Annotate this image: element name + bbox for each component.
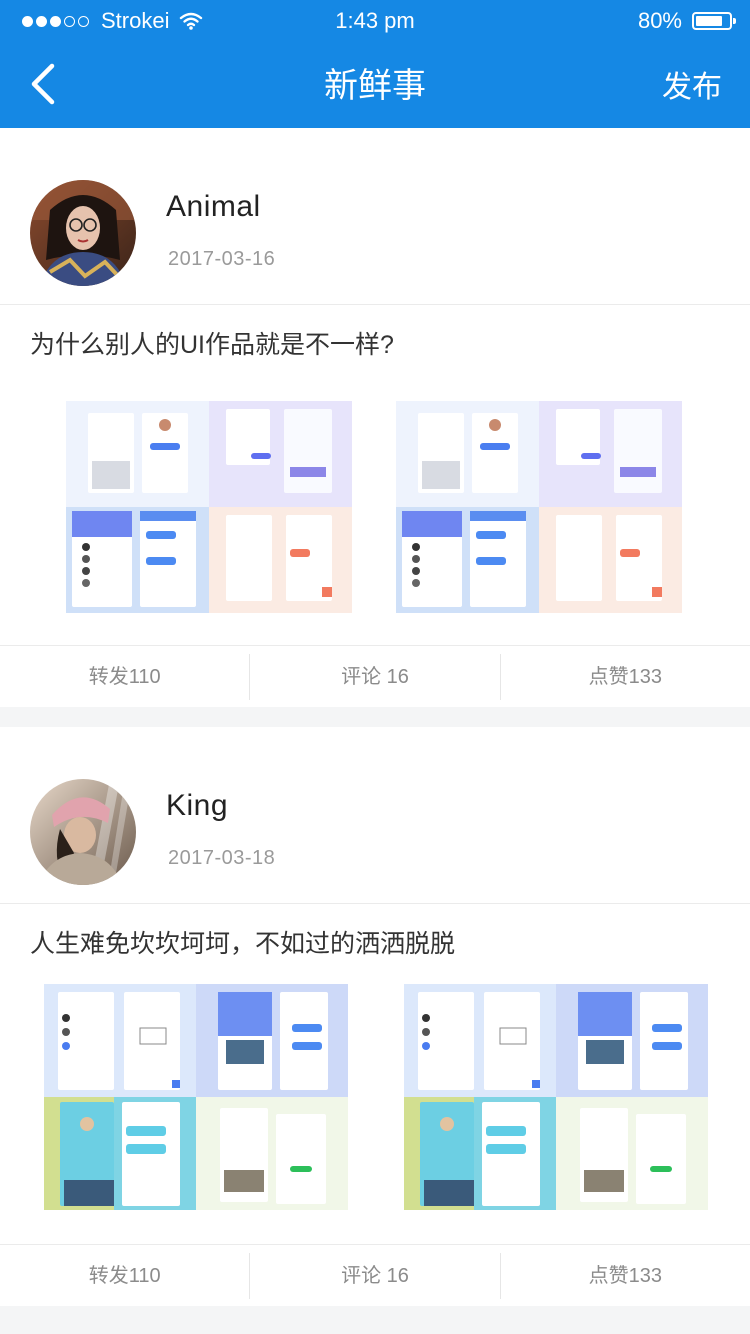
battery-icon — [692, 12, 736, 30]
card-divider — [0, 707, 750, 727]
avatar[interactable] — [30, 779, 136, 885]
comment-button[interactable]: 评论 16 — [249, 653, 499, 700]
like-button[interactable]: 点赞133 — [499, 653, 750, 700]
publish-button[interactable]: 发布 — [662, 62, 722, 106]
battery-status: 80% — [637, 8, 736, 34]
post-image[interactable] — [404, 984, 708, 1210]
post-image[interactable] — [396, 401, 682, 613]
author-name[interactable]: King — [166, 789, 228, 823]
battery-percent: 80% — [637, 8, 682, 33]
page-title: 新鲜事 — [324, 67, 426, 105]
post-actions: 转发110 评论 16 点赞133 — [0, 645, 750, 707]
post-card: Animal 2017-03-16 为什么别人的UI作品就是不一样? 转发110… — [0, 128, 750, 707]
status-bar: Strokei 1:43 pm 80% — [0, 0, 750, 42]
post-date: 2017-03-16 — [168, 248, 276, 270]
post-images — [0, 984, 750, 1244]
comment-button[interactable]: 评论 16 — [249, 1252, 499, 1299]
like-button[interactable]: 点赞133 — [499, 1252, 750, 1299]
post-image[interactable] — [44, 984, 348, 1210]
feed: Animal 2017-03-16 为什么别人的UI作品就是不一样? 转发110… — [0, 128, 750, 1306]
post-author: Animal 2017-03-16 — [0, 128, 750, 305]
post-author: King 2017-03-18 — [0, 727, 750, 904]
avatar[interactable] — [30, 180, 136, 286]
post-text: 人生难免坎坎坷坷，不如过的洒洒脱脱 — [30, 930, 456, 958]
author-name[interactable]: Animal — [166, 190, 261, 224]
nav-bar: 新鲜事 发布 — [0, 42, 750, 128]
post-images — [0, 385, 750, 645]
repost-button[interactable]: 转发110 — [0, 654, 249, 700]
repost-button[interactable]: 转发110 — [0, 1253, 249, 1299]
post-card: King 2017-03-18 人生难免坎坎坷坷，不如过的洒洒脱脱 转发110 … — [0, 727, 750, 1306]
post-date: 2017-03-18 — [168, 847, 276, 869]
post-actions: 转发110 评论 16 点赞133 — [0, 1244, 750, 1306]
post-image[interactable] — [66, 401, 352, 613]
post-text: 为什么别人的UI作品就是不一样? — [30, 331, 394, 359]
